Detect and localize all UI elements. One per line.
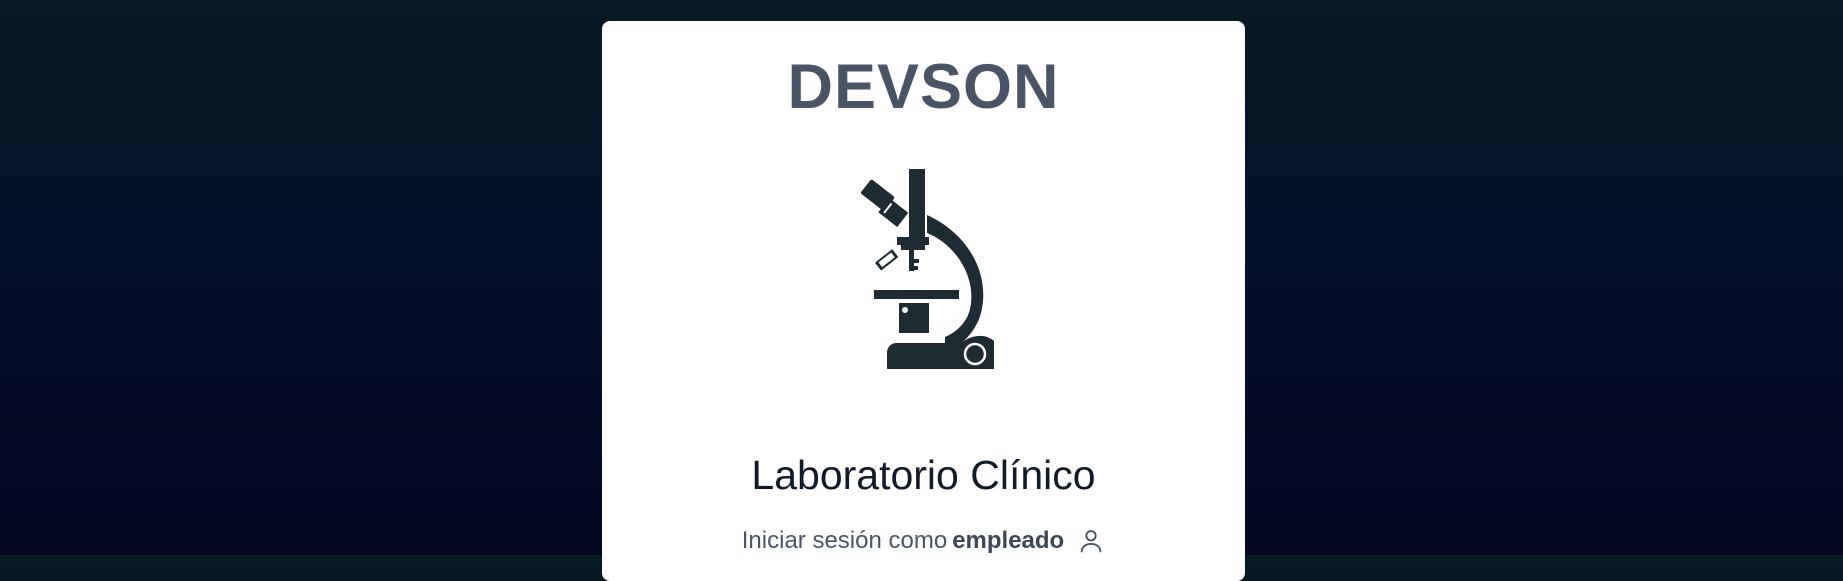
lab-title: Laboratorio Clínico	[751, 452, 1096, 498]
logo-container	[602, 138, 1245, 408]
user-icon	[1077, 527, 1105, 555]
login-as-text: Iniciar sesión como empleado	[602, 525, 1245, 557]
brand-title: DEVSON	[787, 52, 1060, 122]
login-card: DEVSON Laboratorio Clínico Iniciar sesió…	[602, 21, 1245, 581]
login-role: empleado	[952, 527, 1065, 554]
microscope-icon	[849, 163, 999, 383]
login-as-prefix: Iniciar sesión como	[741, 527, 948, 554]
